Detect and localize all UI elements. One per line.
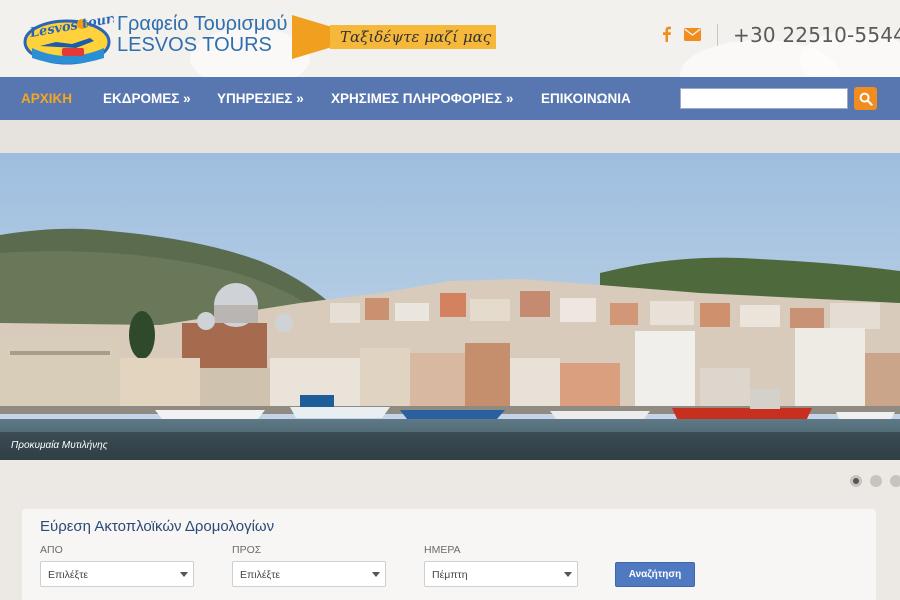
hero-slider[interactable] xyxy=(0,153,900,460)
nav-item-services[interactable]: ΥΠΗΡΕΣΙΕΣ » xyxy=(217,77,304,120)
chevron-down-icon xyxy=(180,572,188,577)
ferry-search-button[interactable]: Αναζήτηση xyxy=(615,562,695,587)
brand-line1: Γραφείο Τουρισμού xyxy=(117,13,288,35)
slider-dot-3[interactable] xyxy=(890,475,900,487)
facebook-icon[interactable] xyxy=(660,26,674,42)
day-select-value: Πέμπτη xyxy=(432,569,468,581)
slogan-banner: Ταξιδέψτε μαζί μας xyxy=(292,15,496,59)
from-select-value: Επιλέξτε xyxy=(48,569,89,581)
chevron-down-icon xyxy=(372,572,380,577)
to-select[interactable]: Επιλέξτε xyxy=(232,561,386,587)
site-header: Lesvos tours Γραφείο Τουρισμού LESVOS TO… xyxy=(0,0,900,77)
content-spacer xyxy=(0,120,900,153)
slogan-text: Ταξιδέψτε μαζί μας xyxy=(340,28,492,46)
mail-icon[interactable] xyxy=(684,28,701,41)
nav-item-useful-info[interactable]: ΧΡΗΣΙΜΕΣ ΠΛΗΡΟΦΟΡΙΕΣ » xyxy=(331,77,513,120)
day-select[interactable]: Πέμπτη xyxy=(424,561,578,587)
hero-caption-bar xyxy=(0,432,900,460)
hero-caption: Προκυμαία Μυτιλήνης xyxy=(11,440,108,451)
nav-item-home[interactable]: ΑΡΧΙΚΗ xyxy=(21,77,72,120)
day-label: ΗΜΕΡΑ xyxy=(424,544,461,556)
search-button[interactable] xyxy=(854,87,877,110)
brand-name[interactable]: Γραφείο Τουρισμού LESVOS TOURS xyxy=(117,14,287,56)
slider-dot-2[interactable] xyxy=(870,475,882,487)
lesvos-tours-logo[interactable]: Lesvos tours xyxy=(20,12,114,66)
brand-line2: LESVOS TOURS xyxy=(117,34,272,56)
search-icon xyxy=(859,92,873,106)
ferry-search-title: Εύρεση Ακτοπλοϊκών Δρομολογίων xyxy=(40,518,275,535)
from-label: ΑΠΟ xyxy=(40,544,63,556)
slider-dot-1[interactable] xyxy=(850,475,862,487)
to-label: ΠΡΟΣ xyxy=(232,544,262,556)
nav-item-excursions[interactable]: ΕΚΔΡΟΜΕΣ » xyxy=(103,77,191,120)
hero-image-mytilene-harbour xyxy=(0,153,900,460)
phone-number[interactable]: +30 22510-55440 xyxy=(733,23,900,47)
chevron-down-icon xyxy=(564,572,572,577)
nav-item-contact[interactable]: ΕΠΙΚΟΙΝΩΝΙΑ xyxy=(541,77,631,120)
to-select-value: Επιλέξτε xyxy=(240,569,281,581)
search-input[interactable] xyxy=(680,88,848,109)
header-divider xyxy=(717,24,718,46)
from-select[interactable]: Επιλέξτε xyxy=(40,561,194,587)
